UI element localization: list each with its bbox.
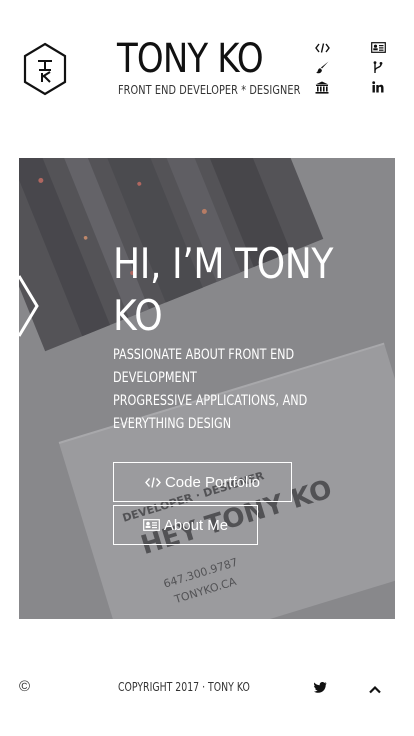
hero-tagline: PASSIONATE ABOUT FRONT END DEVELOPMENT P…: [113, 344, 308, 436]
hexagon-logo-icon: [23, 42, 67, 96]
tagline-line: EVERYTHING DESIGN: [113, 416, 232, 432]
tagline-line: DEVELOPMENT: [113, 370, 197, 386]
site-header: TONY KO FRONT END DEVELOPER * DESIGNER: [0, 0, 414, 130]
id-card-icon: [142, 519, 160, 531]
copyright-text: COPYRIGHT 2017 · TONY KO: [118, 680, 250, 694]
hero-headline: HI, I’M TONY KO: [113, 239, 333, 340]
hero-section: DEVELOPER · DESIGNER HEY TONY KO 647.300…: [19, 158, 395, 619]
code-portfolio-label: Code Portfolio: [164, 473, 261, 491]
brush-icon[interactable]: [314, 60, 330, 74]
code-portfolio-button[interactable]: Code Portfolio: [113, 462, 292, 502]
copyright-symbol: ©: [19, 678, 31, 695]
git-branch-icon[interactable]: [370, 60, 386, 74]
linkedin-icon[interactable]: [370, 80, 386, 94]
code-icon: [145, 476, 161, 488]
about-me-label: About Me: [163, 516, 229, 534]
id-card-icon[interactable]: [370, 40, 386, 54]
about-me-button[interactable]: About Me: [113, 505, 258, 545]
site-footer: © COPYRIGHT 2017 · TONY KO: [0, 670, 414, 710]
bank-icon[interactable]: [314, 80, 330, 94]
tagline-line: PASSIONATE ABOUT FRONT END: [113, 347, 295, 363]
page-subtitle: FRONT END DEVELOPER * DESIGNER: [118, 82, 301, 97]
chevron-up-icon[interactable]: [369, 681, 383, 694]
twitter-icon[interactable]: [314, 680, 328, 694]
tagline-line: PROGRESSIVE APPLICATIONS, AND: [113, 393, 308, 409]
page-title: TONY KO: [117, 36, 264, 82]
code-icon[interactable]: [314, 41, 330, 55]
logo[interactable]: [21, 41, 69, 97]
